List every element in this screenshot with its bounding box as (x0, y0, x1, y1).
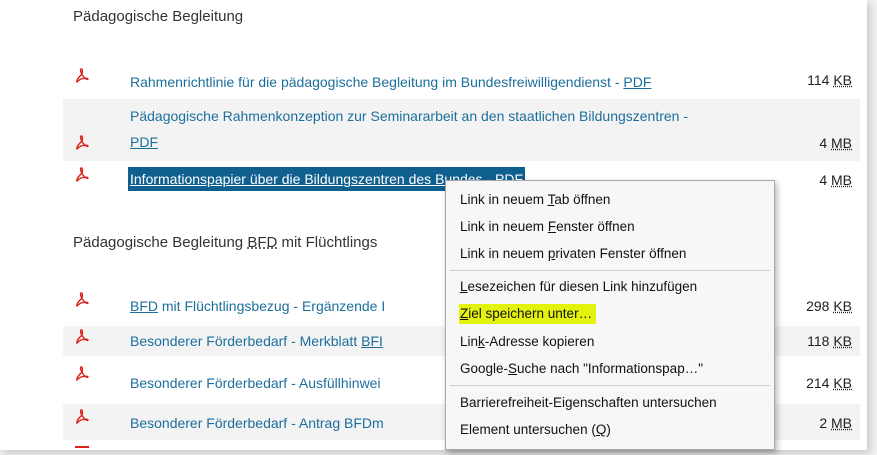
menu-accesskey: F (547, 219, 557, 234)
pdf-icon (76, 292, 89, 307)
menu-label-rest: iel speichern unter… (468, 306, 593, 321)
menu-accesskey: S (508, 361, 518, 376)
file-size-number: 4 (819, 135, 831, 151)
file-size-number: 114 (807, 72, 834, 88)
doc-link-text: Besonderer Förderbedarf - Ausfüllhinwei (130, 375, 381, 391)
menu-label: Google- (460, 361, 509, 376)
pdf-icon (76, 167, 89, 182)
menu-accesskey: Q (595, 422, 607, 437)
menu-separator (450, 270, 770, 271)
menu-label-rest: rivaten Fenster öffnen (555, 246, 687, 261)
bfd-abbr: BFD (130, 298, 158, 314)
menu-label: Link in neuem (460, 246, 548, 261)
doc-link-bfd-fluechtlingsbezug[interactable]: BFD mit Flüchtlingsbezug - Ergänzende I (130, 294, 385, 318)
file-size: 4 MB (819, 172, 852, 188)
menu-accesskey: k (478, 334, 485, 349)
doc-link-ausfuellhinweise[interactable]: Besonderer Förderbedarf - Ausfüllhinwei (130, 371, 381, 395)
menu-label-rest: uche nach "Informationspap…" (517, 361, 703, 376)
menu-item-open-new-window[interactable]: Link in neuem Fenster öffnen (459, 217, 639, 237)
menu-label: Barrierefreiheit-Eigenschaften untersuch… (460, 395, 717, 410)
pdf-abbr: PDF (623, 74, 652, 90)
file-size-unit: MB (831, 415, 852, 431)
file-size-number: 4 (819, 172, 831, 188)
doc-link-text: Besonderer Förderbedarf - Antrag BFDm (130, 415, 384, 431)
file-size: 214 KB (806, 375, 852, 391)
doc-link-antrag[interactable]: Besonderer Förderbedarf - Antrag BFDm (130, 411, 384, 435)
menu-item-open-new-tab[interactable]: Link in neuem Tab öffnen (459, 190, 614, 210)
pdf-icon (76, 409, 89, 424)
pdf-icon (76, 329, 89, 344)
file-size: 298 KB (806, 298, 852, 314)
heading-abbr: BFD (247, 234, 278, 251)
menu-item-save-link-as[interactable]: Ziel speichern unter… (459, 304, 597, 324)
file-size: 4 MB (819, 135, 852, 151)
doc-link-rahmenkonzeption[interactable]: Pädagogische Rahmenkonzeption zur Semina… (130, 104, 688, 128)
file-size-unit: KB (833, 72, 852, 88)
menu-label-rest: ab öffnen (554, 192, 611, 207)
menu-label: Link in neuem (460, 192, 548, 207)
menu-item-inspect-element[interactable]: Element untersuchen (Q) (459, 420, 615, 440)
file-size: 2 MB (819, 415, 852, 431)
file-size-unit: KB (833, 298, 852, 314)
file-size-number: 118 (807, 333, 834, 349)
doc-link-text: Informationspapier über die Bildungszent… (130, 171, 495, 187)
menu-item-inspect-accessibility[interactable]: Barrierefreiheit-Eigenschaften untersuch… (459, 393, 721, 413)
doc-link-text: mit Flüchtlingsbezug - Ergänzende I (158, 298, 386, 314)
menu-accesskey: Z (460, 306, 469, 321)
menu-label-rest: enster öffnen (556, 219, 635, 234)
file-size-number: 298 (806, 298, 834, 314)
menu-item-open-private-window[interactable]: Link in neuem privaten Fenster öffnen (459, 244, 690, 264)
doc-link-text: Rahmenrichtlinie für die pädagogische Be… (130, 74, 624, 90)
bfd-abbr: BFI (361, 333, 383, 349)
section-heading-bfd-fluechtlinge: Pädagogische Begleitung BFD mit Flüchtli… (73, 234, 377, 251)
doc-link-rahmenrichtlinie[interactable]: Rahmenrichtlinie für die pädagogische Be… (130, 70, 651, 94)
heading-text-rest: mit Flüchtlings (277, 234, 378, 251)
menu-item-copy-link[interactable]: Link-Adresse kopieren (459, 332, 598, 352)
heading-text: Pädagogische Begleitung (73, 234, 248, 251)
menu-label-rest: esezeichen für diesen Link hinzufügen (467, 279, 698, 294)
menu-label: Lin (460, 334, 479, 349)
file-size-unit: KB (833, 375, 852, 391)
menu-item-bookmark-link[interactable]: Lesezeichen für diesen Link hinzufügen (459, 277, 701, 297)
doc-link-text: Pädagogische Rahmenkonzeption zur Semina… (130, 108, 689, 124)
file-size-unit: KB (833, 333, 852, 349)
doc-link-rahmenkonzeption-pdf[interactable]: PDF (130, 130, 158, 154)
context-menu: Link in neuem Tab öffnen Link in neuem F… (445, 180, 775, 450)
list-item: Rahmenrichtlinie für die pädagogische Be… (63, 68, 860, 96)
file-size-number: 214 (806, 375, 834, 391)
file-size-unit: MB (831, 135, 852, 151)
file-size-unit: MB (831, 172, 852, 188)
pdf-icon (76, 135, 89, 150)
menu-label-rest: -Adresse kopieren (484, 334, 595, 349)
list-item: Pädagogische Rahmenkonzeption zur Semina… (63, 99, 860, 161)
pdf-abbr: PDF (130, 134, 158, 150)
pdf-icon (76, 366, 89, 381)
menu-label: Element untersuchen ( (460, 422, 596, 437)
pdf-icon-partial (75, 446, 89, 450)
menu-label: Link in neuem (460, 219, 548, 234)
file-size-number: 2 (819, 415, 831, 431)
menu-separator (450, 385, 770, 386)
menu-label-rest: ) (606, 422, 611, 437)
menu-item-google-search[interactable]: Google-Suche nach "Informationspap…" (459, 359, 707, 379)
doc-link-merkblatt[interactable]: Besonderer Förderbedarf - Merkblatt BFI (130, 329, 383, 353)
pdf-icon (76, 68, 89, 83)
file-size: 114 KB (807, 72, 852, 88)
menu-accesskey: L (460, 279, 468, 294)
file-size: 118 KB (807, 333, 852, 349)
doc-link-text: Besonderer Förderbedarf - Merkblatt (130, 333, 362, 349)
section-heading-paedagogische-begleitung: Pädagogische Begleitung (73, 8, 244, 25)
